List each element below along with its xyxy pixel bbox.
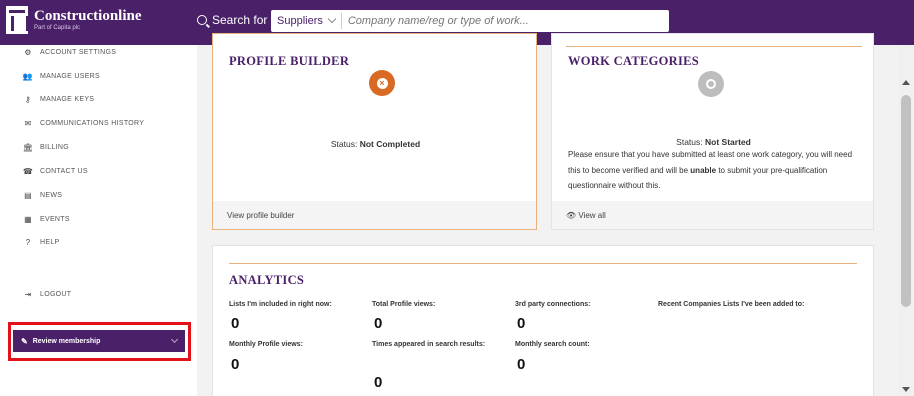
- sidebar-item-news[interactable]: ▤ NEWS: [22, 191, 62, 200]
- chevron-down-icon: [327, 14, 337, 24]
- status-value: Not Completed: [359, 139, 421, 149]
- constructionline-logo[interactable]: Constructionline Part of Capita plc: [6, 6, 142, 34]
- metric-value: 0: [231, 356, 240, 373]
- work-categories-card: WORK CATEGORIES Status: Not Started Plea…: [551, 33, 874, 230]
- work-categories-status: Status: Not Started: [552, 137, 875, 147]
- sidebar-item-contact-us[interactable]: ☎ CONTACT US: [22, 167, 88, 176]
- question-icon: ?: [25, 238, 31, 247]
- scroll-up-arrow-icon[interactable]: [902, 80, 910, 85]
- sidebar-item-label: NEWS: [40, 192, 63, 199]
- sidebar-item-label: MANAGE KEYS: [40, 96, 95, 103]
- sidebar-item-label: MANAGE USERS: [40, 73, 100, 80]
- metric-label: Monthly search count:: [515, 341, 590, 348]
- profile-builder-footer: View profile builder: [213, 201, 536, 229]
- sidebar-item-label: ACCOUNT SETTINGS: [40, 49, 117, 56]
- status-value: Not Started: [705, 137, 751, 147]
- metric-label: Total Profile views:: [372, 301, 436, 308]
- building-logo-icon: [6, 6, 29, 34]
- metric-value: 0: [231, 315, 240, 332]
- analytics-title: ANALYTICS: [229, 273, 305, 287]
- sidebar-item-events[interactable]: ▦ EVENTS: [22, 215, 70, 224]
- metric-label: Times appeared in search results:: [372, 341, 486, 348]
- sidebar-item-manage-users[interactable]: 👥 MANAGE USERS: [22, 72, 100, 81]
- work-categories-footer: 👁 View all: [552, 201, 873, 229]
- not-completed-status-icon: ×: [369, 70, 395, 96]
- sidebar-item-account-settings[interactable]: ⚙ ACCOUNT SETTINGS: [22, 48, 116, 57]
- view-all-label: View all: [578, 210, 606, 220]
- sidebar-item-billing[interactable]: 🏛 BILLING: [22, 143, 69, 152]
- metric-value: 0: [517, 356, 526, 373]
- view-all-link[interactable]: 👁 View all: [566, 211, 606, 220]
- status-prefix: Status:: [676, 137, 703, 147]
- search-icon: [197, 15, 207, 25]
- profile-builder-card: PROFILE BUILDER × Status: Not Completed …: [212, 33, 537, 230]
- sidebar-item-label: BILLING: [40, 144, 69, 151]
- bank-icon: 🏛: [22, 143, 34, 152]
- search-label-text: Search for: [212, 13, 268, 27]
- search-category-select[interactable]: Suppliers: [271, 13, 342, 29]
- envelope-icon: ✉: [24, 119, 32, 128]
- gear-icon: ⚙: [24, 48, 32, 57]
- metric-value: 0: [374, 374, 383, 391]
- not-started-status-icon: [698, 71, 724, 97]
- vertical-scrollbar[interactable]: [898, 45, 914, 396]
- newspaper-icon: ▤: [24, 191, 32, 200]
- users-icon: 👥: [22, 72, 34, 81]
- status-prefix: Status:: [330, 139, 358, 149]
- metric-label: Recent Companies Lists I've been added t…: [658, 301, 805, 308]
- scroll-down-arrow-icon[interactable]: [902, 387, 910, 392]
- search-for-label: Search for: [197, 13, 267, 27]
- search-category-value: Suppliers: [277, 15, 323, 27]
- calendar-icon: ▦: [24, 215, 32, 224]
- work-categories-message: Please ensure that you have submitted at…: [568, 147, 863, 194]
- view-profile-builder-link[interactable]: View profile builder: [227, 211, 294, 220]
- logo-name: Constructionline: [34, 8, 142, 24]
- metric-value: 0: [517, 315, 526, 332]
- logout-icon: ⇥: [24, 290, 32, 299]
- eye-icon: 👁: [566, 210, 577, 220]
- sidebar-item-manage-keys[interactable]: ⚷ MANAGE KEYS: [22, 95, 94, 104]
- sidebar-item-label: EVENTS: [40, 216, 70, 223]
- analytics-card: ANALYTICS Lists I'm included in right no…: [212, 245, 874, 396]
- search-box: Suppliers: [271, 10, 669, 32]
- sidebar-item-help[interactable]: ? HELP: [22, 238, 60, 247]
- metric-value: 0: [374, 315, 383, 332]
- sidebar-item-logout[interactable]: ⇥ LOGOUT: [22, 290, 71, 299]
- sidebar-item-label: HELP: [40, 239, 60, 246]
- card-divider: [229, 263, 857, 264]
- work-categories-title: WORK CATEGORIES: [568, 54, 700, 68]
- metric-label: 3rd party connections:: [515, 301, 591, 308]
- metric-label: Lists I'm included in right now:: [229, 301, 332, 308]
- message-text-bold: unable: [690, 165, 717, 175]
- sidebar-item-communications-history[interactable]: ✉ COMMUNICATIONS HISTORY: [22, 119, 144, 128]
- profile-builder-status: Status: Not Completed: [213, 139, 538, 149]
- sidebar-item-label: COMMUNICATIONS HISTORY: [40, 120, 145, 127]
- sidebar: ⚙ ACCOUNT SETTINGS 👥 MANAGE USERS ⚷ MANA…: [0, 45, 197, 396]
- sidebar-item-label: LOGOUT: [40, 291, 72, 298]
- profile-builder-title: PROFILE BUILDER: [229, 54, 350, 68]
- sidebar-item-label: CONTACT US: [40, 168, 88, 175]
- scrollbar-thumb[interactable]: [901, 95, 911, 307]
- logo-subtitle: Part of Capita plc: [34, 25, 81, 31]
- phone-icon: ☎: [22, 167, 34, 176]
- card-divider: [566, 46, 862, 47]
- highlight-box: [8, 322, 191, 361]
- search-input[interactable]: [341, 15, 669, 27]
- key-icon: ⚷: [24, 95, 32, 104]
- metric-label: Monthly Profile views:: [229, 341, 303, 348]
